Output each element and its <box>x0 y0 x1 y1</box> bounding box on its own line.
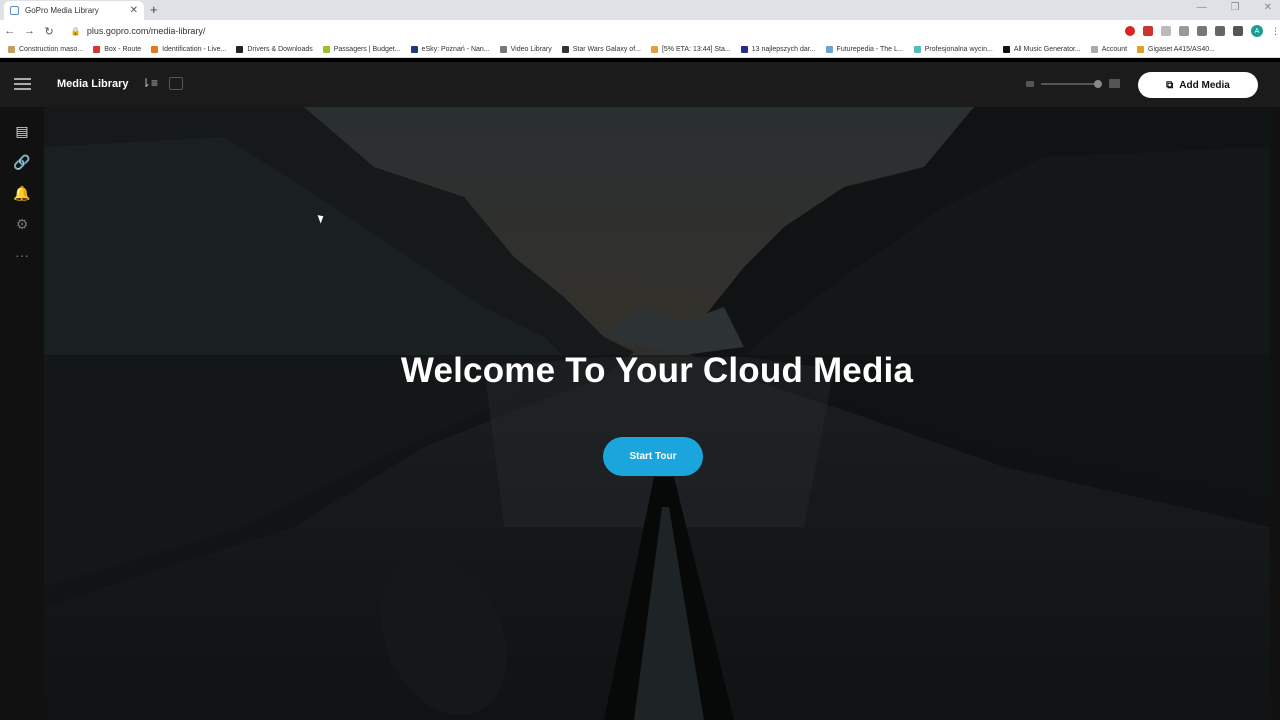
close-window-button[interactable]: ✕ <box>1264 2 1272 13</box>
fjord-kayak-background <box>44 107 1270 720</box>
browser-tabstrip: GoPro Media Library ✕ + — ❐ ✕ <box>0 0 1280 20</box>
bookmark-item[interactable]: Futurepedia - The L... <box>825 46 904 53</box>
bookmark-favicon-icon <box>499 46 507 53</box>
bookmark-label: Profesjonalna wycin... <box>924 46 993 53</box>
bookmark-item[interactable]: [5% ETA: 13:44] Sta... <box>650 46 731 53</box>
browser-tab[interactable]: GoPro Media Library ✕ <box>4 1 144 20</box>
side-panel-icon[interactable] <box>1232 26 1243 36</box>
more-icon[interactable]: ··· <box>12 245 32 265</box>
browser-toolbar: ← → ↻ 🔒 plus.gopro.com/media-library/ A … <box>0 20 1280 42</box>
bookmark-favicon-icon <box>8 46 15 53</box>
scrollbar[interactable] <box>1270 107 1280 720</box>
left-sidebar: ▤ 🔗 🔔 ⚙ ··· <box>0 107 44 720</box>
minimize-button[interactable]: — <box>1197 2 1207 13</box>
tab-title: GoPro Media Library <box>25 6 99 15</box>
bookmark-item[interactable]: Construction maso... <box>8 46 83 53</box>
bookmark-label: Gigaset A415/AS40... <box>1148 46 1215 53</box>
bookmark-item[interactable]: Drivers & Downloads <box>236 46 313 53</box>
sort-icon[interactable]: ⇂≡ <box>141 76 158 90</box>
bookmark-favicon-icon <box>1137 46 1145 53</box>
zoom-in-icon[interactable] <box>1109 79 1120 88</box>
bookmark-favicon-icon <box>236 46 244 53</box>
zoom-out-icon[interactable] <box>1026 81 1034 87</box>
page-title: Media Library <box>57 78 129 90</box>
extension-icon[interactable] <box>1160 26 1171 36</box>
maximize-button[interactable]: ❐ <box>1231 2 1240 13</box>
bookmark-item[interactable]: eSky: Poznań - Nan... <box>410 46 490 53</box>
bookmarks-bar: Construction maso... Box - Route Identific… <box>0 42 1280 58</box>
bookmark-favicon-icon <box>561 46 569 53</box>
bookmark-item[interactable]: Profesjonalna wycin... <box>913 46 993 53</box>
bookmark-item[interactable]: Account <box>1090 46 1128 53</box>
bookmark-label: Star Wars Galaxy of... <box>572 46 641 53</box>
app-header: Media Library ⇂≡ ⧉ Add Media <box>0 62 1280 107</box>
bell-icon[interactable]: 🔔 <box>12 183 32 203</box>
url-text: plus.gopro.com/media-library/ <box>86 26 206 36</box>
bookmark-item[interactable]: All Music Generator... <box>1002 46 1081 53</box>
gopro-favicon-icon <box>10 6 19 15</box>
bookmark-item[interactable]: Identification - Live... <box>151 46 226 53</box>
link-icon[interactable]: 🔗 <box>12 152 32 172</box>
bookmark-item[interactable]: Passagers | Budget... <box>322 46 401 53</box>
bookmark-favicon-icon <box>93 46 101 53</box>
kebab-menu-icon[interactable]: ⋮ <box>1271 26 1280 37</box>
lock-icon: 🔒 <box>70 26 81 36</box>
bookmark-favicon-icon <box>1090 46 1098 53</box>
bookmark-favicon-icon <box>740 46 748 53</box>
extension-icon[interactable] <box>1178 26 1189 36</box>
bookmark-favicon-icon <box>322 46 330 53</box>
reload-icon[interactable]: ↻ <box>39 25 59 38</box>
new-tab-button[interactable]: + <box>150 1 158 19</box>
add-media-label: Add Media <box>1179 79 1230 91</box>
bookmark-favicon-icon <box>410 46 418 53</box>
gopro-app: Media Library ⇂≡ ⧉ Add Media ▤ 🔗 🔔 ⚙ ··· <box>0 62 1280 720</box>
profile-avatar[interactable]: A <box>1250 25 1263 37</box>
zoom-slider-handle[interactable] <box>1094 80 1102 88</box>
bookmark-favicon-icon <box>1002 46 1010 53</box>
bookmark-item[interactable]: Gigaset A415/AS40... <box>1137 46 1215 53</box>
bookmark-label: Drivers & Downloads <box>247 46 313 53</box>
bookmark-label: 13 najlepszych dar... <box>751 46 816 53</box>
bookmark-label: eSky: Poznań - Nan... <box>421 46 490 53</box>
start-tour-button[interactable]: Start Tour <box>603 437 703 476</box>
bookmark-item[interactable]: 13 najlepszych dar... <box>740 46 816 53</box>
bookmark-favicon-icon <box>913 46 921 53</box>
bookmark-label: Futurepedia - The L... <box>836 46 904 53</box>
opera-extension-icon[interactable] <box>1124 26 1135 36</box>
add-media-icon: ⧉ <box>1166 79 1174 91</box>
bookmark-item[interactable]: Video Library <box>499 46 552 53</box>
forward-icon[interactable]: → <box>20 25 40 37</box>
media-control-icon[interactable] <box>1214 26 1225 36</box>
bookmark-favicon-icon <box>825 46 833 53</box>
puzzle-icon[interactable] <box>1196 26 1207 36</box>
hero-banner: Welcome To Your Cloud Media Start Tour <box>44 107 1270 720</box>
bookmark-item[interactable]: Box - Route <box>93 46 141 53</box>
extension-icon[interactable] <box>1142 26 1153 36</box>
media-icon[interactable]: ▤ <box>12 121 32 141</box>
bookmark-label: Box - Route <box>104 46 142 53</box>
address-bar[interactable]: 🔒 plus.gopro.com/media-library/ <box>63 22 1065 40</box>
welcome-headline: Welcome To Your Cloud Media <box>400 351 914 390</box>
back-icon[interactable]: ← <box>0 25 20 37</box>
settings-icon[interactable]: ⚙ <box>12 214 32 234</box>
bookmark-label: Video Library <box>510 46 552 53</box>
add-media-button[interactable]: ⧉ Add Media <box>1138 72 1258 98</box>
bookmark-label: [5% ETA: 13:44] Sta... <box>661 46 731 53</box>
toolbar-icons: A ⋮ <box>1124 25 1280 37</box>
hamburger-menu-icon[interactable] <box>14 78 31 90</box>
calendar-icon[interactable] <box>169 77 183 90</box>
bookmark-label: Passagers | Budget... <box>333 46 401 53</box>
bookmark-label: Construction maso... <box>19 46 84 53</box>
bookmark-label: All Music Generator... <box>1013 46 1081 53</box>
bookmark-label: Account <box>1101 46 1128 53</box>
bookmark-favicon-icon <box>151 46 159 53</box>
zoom-slider[interactable] <box>1041 83 1099 85</box>
bookmark-item[interactable]: Star Wars Galaxy of... <box>561 46 641 53</box>
bookmark-label: Identification - Live... <box>162 46 227 53</box>
close-tab-icon[interactable]: ✕ <box>130 5 138 16</box>
bookmark-favicon-icon <box>650 46 658 53</box>
window-controls: — ❐ ✕ <box>1197 2 1272 13</box>
